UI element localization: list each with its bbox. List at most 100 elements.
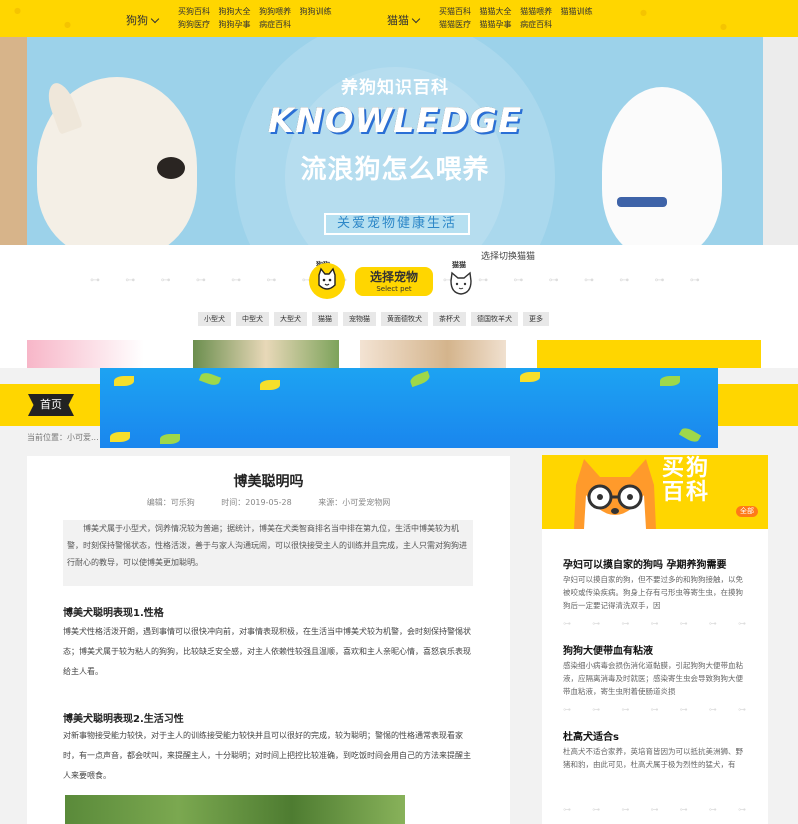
view-all-button[interactable]: 全部 bbox=[736, 506, 758, 517]
article-meta: 编辑：可乐狗 时间：2019-05-28 来源：小可爱宠物网 bbox=[27, 497, 510, 508]
buy-dog-title-line1: 买狗 bbox=[662, 456, 711, 481]
thumbnail-image[interactable] bbox=[193, 340, 339, 368]
buy-dog-title: 买狗 百科 bbox=[662, 457, 710, 505]
pet-selector: ⊶⊶⊶⊶⊶⊶⊶⊶⊶⊶⊶⊶⊶⊶⊶⊶⊶⊶ 狗狗 选择宠物 Select pet 猫猫… bbox=[0, 245, 798, 340]
paw-icon: ● bbox=[720, 22, 727, 31]
sidebar: 买狗 百科 全部 孕妇可以摸自家的狗吗 孕期养狗需要 孕妇可以摸自家的狗，但不要… bbox=[542, 455, 768, 824]
cat-select-button[interactable] bbox=[448, 271, 474, 297]
dog-select-button[interactable] bbox=[309, 263, 345, 299]
article-image bbox=[65, 795, 405, 824]
select-pet-title: 选择宠物 bbox=[369, 270, 418, 284]
dog-category-label: 狗狗 bbox=[126, 14, 148, 27]
sidebar-item-title[interactable]: 杜高犬适合s bbox=[563, 728, 619, 743]
cat-category-menu[interactable]: 猫猫 bbox=[387, 12, 421, 28]
article-editor: 编辑：可乐狗 bbox=[146, 498, 195, 507]
sidebar-item-desc: 感染细小病毒会损伤消化道黏膜，引起狗狗大便带血粘液，应隔离消毒及时就医；感染寄生… bbox=[563, 661, 743, 696]
leaf-decoration bbox=[660, 376, 680, 386]
shiba-mascot-icon bbox=[574, 459, 656, 529]
article: 博美聪明吗 编辑：可乐狗 时间：2019-05-28 来源：小可爱宠物网 博美犬… bbox=[27, 456, 510, 824]
article-summary: 博美犬属于小型犬，饲养情况较为普遍；据统计，博美在犬类智商排名当中排在第九位，生… bbox=[63, 520, 473, 586]
leaf-decoration bbox=[408, 370, 432, 388]
bone-divider: ⊶ ⊶ ⊶ ⊶ ⊶ ⊶ ⊶ bbox=[563, 805, 746, 814]
advertisement-banner[interactable] bbox=[100, 368, 718, 448]
nav-link[interactable]: 病症百科 bbox=[520, 18, 552, 31]
thumbnail-image[interactable] bbox=[537, 340, 761, 368]
leaf-decoration bbox=[110, 432, 130, 442]
switch-hint: 选择切换猫猫 bbox=[481, 252, 536, 262]
paw-icon: ● bbox=[640, 8, 647, 17]
cat-links: 买猫百科 猫猫大全 猫猫喂养 猫猫训练 猫猫医疗 猫猫孕事 病症百科 bbox=[439, 5, 599, 31]
breed-tag[interactable]: 中型犬 bbox=[236, 312, 269, 326]
home-tab[interactable]: 首页 bbox=[28, 394, 74, 416]
nav-link[interactable]: 猫猫喂养 bbox=[520, 5, 552, 18]
nav-link[interactable]: 狗狗喂养 bbox=[259, 5, 291, 18]
hero-banner[interactable]: 养狗知识百科 KNOWLEDGE 流浪狗怎么喂养 关爱宠物健康生活 bbox=[27, 37, 763, 245]
leaf-decoration bbox=[160, 434, 180, 444]
banner-headline: KNOWLEDGE bbox=[267, 101, 523, 141]
section-heading: 博美犬聪明表现2.生活习性 bbox=[63, 714, 184, 725]
paw-icon: ● bbox=[64, 20, 71, 29]
leaf-decoration bbox=[114, 376, 134, 386]
banner-tagline: 关爱宠物健康生活 bbox=[324, 213, 470, 235]
banner-kicker: 养狗知识百科 bbox=[341, 78, 449, 98]
article-title: 博美聪明吗 bbox=[233, 474, 304, 490]
breed-tag[interactable]: 德国牧羊犬 bbox=[471, 312, 518, 326]
sidebar-item-title[interactable]: 狗狗大便带血有粘液 bbox=[563, 642, 653, 657]
nav-link[interactable]: 猫猫训练 bbox=[561, 5, 593, 18]
nav-link[interactable]: 狗狗训练 bbox=[300, 5, 332, 18]
leaf-decoration bbox=[520, 372, 540, 382]
side-image bbox=[763, 37, 798, 245]
cat-face-icon bbox=[450, 271, 472, 295]
thumbnail-image[interactable] bbox=[360, 340, 506, 368]
chevron-down-icon bbox=[150, 14, 160, 24]
puppy-collar bbox=[617, 197, 667, 207]
bone-divider: ⊶ ⊶ ⊶ ⊶ ⊶ ⊶ ⊶ bbox=[563, 619, 746, 628]
dog-links: 买狗百科 狗狗大全 狗狗喂养 狗狗训练 狗狗医疗 狗狗孕事 病症百科 bbox=[178, 5, 338, 31]
breadcrumb: 当前位置：小可爱... bbox=[27, 433, 99, 442]
nav-link[interactable]: 猫猫孕事 bbox=[480, 18, 512, 31]
side-image bbox=[0, 37, 27, 245]
buy-dog-title-line2: 百科 bbox=[662, 480, 711, 505]
section-paragraph: 对新事物接受能力较快，对于主人的训练接受能力较快并且可以很好的完成，较为聪明；警… bbox=[63, 731, 471, 780]
breed-tag[interactable]: 猫猫 bbox=[312, 312, 338, 326]
nav-link[interactable]: 狗狗医疗 bbox=[178, 18, 210, 31]
article-source: 来源：小可爱宠物网 bbox=[318, 498, 391, 507]
chevron-down-icon bbox=[411, 14, 421, 24]
thumbnail-image[interactable] bbox=[27, 340, 173, 368]
nav-link[interactable]: 狗狗大全 bbox=[219, 5, 251, 18]
section-heading: 博美犬聪明表现1.性格 bbox=[63, 608, 164, 619]
cat-category-label: 猫猫 bbox=[387, 14, 409, 27]
thumbnail-strip bbox=[0, 340, 798, 368]
breed-tag[interactable]: 大型犬 bbox=[274, 312, 307, 326]
nav-link[interactable]: 猫猫大全 bbox=[480, 5, 512, 18]
article-time: 时间：2019-05-28 bbox=[221, 498, 292, 507]
select-pet-badge: 选择宠物 Select pet bbox=[355, 267, 433, 296]
section-paragraph: 博美犬性格活泼开朗，遇到事情可以很快冲向前，对事情表现积极，在生活当中博美犬较为… bbox=[63, 627, 471, 676]
nav-link[interactable]: 买狗百科 bbox=[178, 5, 210, 18]
banner-title: 流浪狗怎么喂养 bbox=[300, 155, 490, 185]
nav-link[interactable]: 猫猫医疗 bbox=[439, 18, 471, 31]
breed-tag[interactable]: 茶杯犬 bbox=[433, 312, 466, 326]
breed-tag[interactable]: 更多 bbox=[523, 312, 549, 326]
nav-link[interactable]: 病症百科 bbox=[259, 18, 291, 31]
leaf-decoration bbox=[678, 425, 702, 445]
sidebar-item-desc: 孕妇可以摸自家的狗，但不要过多的和狗狗接触，以免被咬或传染疾病。狗身上存有弓形虫… bbox=[563, 575, 743, 610]
breed-tags: 小型犬 中型犬 大型犬 猫猫 宠物猫 黄面德牧犬 茶杯犬 德国牧羊犬 更多 bbox=[198, 312, 549, 326]
buy-dog-banner[interactable]: 买狗 百科 全部 bbox=[542, 455, 768, 529]
breed-tag[interactable]: 宠物猫 bbox=[343, 312, 376, 326]
top-nav: 狗狗 买狗百科 狗狗大全 狗狗喂养 狗狗训练 狗狗医疗 狗狗孕事 病症百科 猫猫… bbox=[0, 0, 798, 37]
sidebar-item-desc: 杜高犬不适合家养，英培育皆因为可以抵抗美洲狮、野猪和豹，由此可见，杜高犬属于极为… bbox=[563, 747, 743, 769]
cat-select-label: 猫猫 bbox=[452, 261, 466, 269]
leaf-decoration bbox=[260, 380, 280, 390]
sidebar-item-title[interactable]: 孕妇可以摸自家的狗吗 孕期养狗需要 bbox=[563, 556, 726, 571]
nav-link[interactable]: 买猫百科 bbox=[439, 5, 471, 18]
leaf-decoration bbox=[198, 370, 222, 388]
paw-icon: ● bbox=[14, 6, 21, 15]
bone-divider: ⊶ ⊶ ⊶ ⊶ ⊶ ⊶ ⊶ bbox=[563, 705, 746, 714]
dog-category-menu[interactable]: 狗狗 bbox=[126, 12, 160, 28]
select-pet-subtitle: Select pet bbox=[376, 285, 412, 293]
dog-face-icon bbox=[318, 267, 336, 290]
breed-tag[interactable]: 小型犬 bbox=[198, 312, 231, 326]
breed-tag[interactable]: 黄面德牧犬 bbox=[381, 312, 428, 326]
nav-link[interactable]: 狗狗孕事 bbox=[219, 18, 251, 31]
